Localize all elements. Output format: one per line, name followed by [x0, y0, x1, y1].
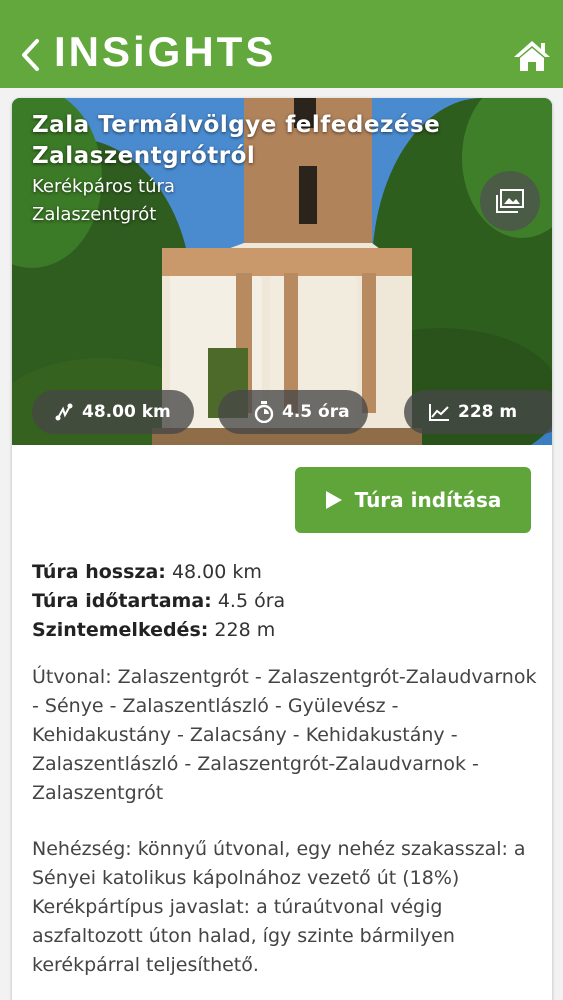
- start-tour-button[interactable]: Túra indítása: [295, 467, 531, 533]
- fact-label: Túra hossza:: [32, 561, 166, 583]
- tour-type: Kerékpáros túra: [32, 176, 175, 197]
- fact-elevation: Szintemelkedés: 228 m: [32, 616, 532, 645]
- fact-value: 228 m: [214, 619, 276, 641]
- chevron-left-icon: [22, 39, 39, 71]
- fact-duration: Túra időtartama: 4.5 óra: [32, 587, 532, 616]
- play-icon: [325, 491, 342, 509]
- route-description: Útvonal: Zalaszentgrót - Zalaszentgrót-Z…: [32, 666, 537, 804]
- home-icon: [514, 41, 550, 71]
- duration-value: 4.5 óra: [282, 402, 350, 422]
- tour-hero-image[interactable]: Zala Termálvölgye felfedezése Zalaszentg…: [12, 98, 552, 445]
- tour-details: Nehézség: könnyű útvonal, egy nehéz szak…: [32, 835, 537, 980]
- tour-title: Zala Termálvölgye felfedezése Zalaszentg…: [32, 112, 441, 169]
- elevation-value: 228 m: [458, 402, 518, 422]
- fact-label: Túra időtartama:: [32, 590, 212, 612]
- image-gallery-icon: [496, 189, 524, 213]
- bike-recommendation-text: Kerékpártípus javaslat: a túraútvonal vé…: [32, 896, 455, 976]
- distance-value: 48.00 km: [82, 402, 171, 422]
- elevation-badge: 228 m: [404, 390, 552, 434]
- tour-facts: Túra hossza: 48.00 km Túra időtartama: 4…: [32, 558, 532, 645]
- home-button[interactable]: [509, 36, 555, 76]
- fact-value: 48.00 km: [171, 561, 262, 583]
- stopwatch-icon: [254, 401, 274, 423]
- duration-badge: 4.5 óra: [218, 390, 368, 434]
- start-tour-label: Túra indítása: [354, 488, 502, 512]
- fact-length: Túra hossza: 48.00 km: [32, 558, 532, 587]
- back-button[interactable]: [10, 30, 50, 80]
- distance-badge: 48.00 km: [32, 390, 194, 434]
- tour-card: Zala Termálvölgye felfedezése Zalaszentg…: [12, 98, 552, 1000]
- app-title: INSiGHTS: [54, 28, 277, 75]
- gallery-button[interactable]: [480, 171, 540, 231]
- tour-city: Zalaszentgrót: [32, 204, 157, 225]
- elevation-chart-icon: [429, 404, 449, 421]
- fact-label: Szintemelkedés:: [32, 619, 209, 641]
- fact-value: 4.5 óra: [217, 590, 286, 612]
- route-icon: [55, 403, 73, 421]
- difficulty-text: Nehézség: könnyű útvonal, egy nehéz szak…: [32, 838, 526, 889]
- app-bar: INSiGHTS: [0, 0, 563, 88]
